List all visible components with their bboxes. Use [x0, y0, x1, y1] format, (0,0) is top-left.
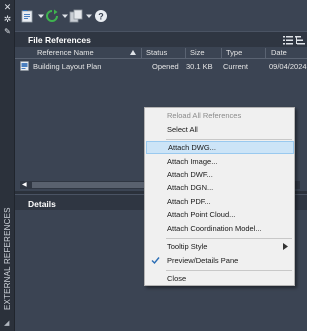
column-divider[interactable]: [221, 48, 222, 58]
dwg-file-icon: [20, 61, 29, 71]
palette-title-bar[interactable]: ✕ ✲ ✎ EXTERNAL REFERENCES ◢: [0, 0, 15, 331]
resize-grip-icon[interactable]: ◢: [4, 320, 12, 328]
refresh-icon: [46, 9, 58, 22]
menu-item-preview-details-pane[interactable]: Preview/Details Pane: [146, 254, 294, 267]
column-divider[interactable]: [141, 48, 142, 58]
column-header-type[interactable]: Type: [226, 48, 242, 57]
menu-item-attach-image[interactable]: Attach Image...: [146, 155, 294, 168]
svg-text:?: ?: [98, 12, 104, 22]
wrench-icon[interactable]: ✎: [3, 27, 12, 36]
column-divider[interactable]: [265, 48, 266, 58]
tree-view-icon[interactable]: [295, 35, 305, 45]
menu-item-reload-all-references: Reload All References: [167, 111, 242, 120]
column-header-date[interactable]: Date: [271, 48, 287, 57]
help-button[interactable]: ?: [94, 8, 108, 24]
type-cell: Current: [223, 62, 249, 71]
menu-item-label: Preview/Details Pane: [167, 256, 239, 265]
menu-item-label: Tooltip Style: [167, 242, 208, 251]
menu-separator: [166, 238, 292, 239]
close-icon[interactable]: ✕: [3, 3, 12, 12]
menu-item-attach-coordination-model[interactable]: Attach Coordination Model...: [146, 222, 294, 235]
menu-item-attach-point-cloud[interactable]: Attach Point Cloud...: [146, 208, 294, 221]
help-icon: ?: [95, 10, 107, 22]
menu-item-attach-dgn[interactable]: Attach DGN...: [146, 181, 294, 194]
file-references-title: File References: [28, 35, 91, 45]
reference-name-cell: Building Layout Plan: [33, 62, 102, 71]
date-cell: 09/04/2024: [269, 62, 307, 71]
size-cell: 30.1 KB: [186, 62, 213, 71]
details-title: Details: [28, 199, 56, 209]
sort-ascending-icon: [130, 50, 136, 55]
toolbar: ?: [15, 0, 307, 30]
table-header-row: Reference Name Status Size Type Date: [15, 47, 307, 59]
menu-separator: [166, 270, 292, 271]
attach-dwg-icon: [21, 10, 33, 23]
submenu-arrow-icon: [283, 243, 288, 250]
scrollbar-thumb[interactable]: [32, 182, 150, 188]
menu-item-select-all[interactable]: Select All: [146, 123, 294, 136]
attach-dwg-button[interactable]: [21, 8, 45, 24]
chevron-down-icon[interactable]: [37, 12, 45, 20]
scroll-left-icon[interactable]: ◀: [22, 182, 28, 188]
chevron-down-icon[interactable]: [85, 12, 93, 20]
window-edge: [307, 0, 311, 331]
menu-item-attach-dwg[interactable]: Attach DWG...: [146, 141, 294, 154]
status-cell: Opened: [152, 62, 179, 71]
gear-icon[interactable]: ✲: [3, 15, 12, 24]
table-row[interactable]: Building Layout Plan Opened 30.1 KB Curr…: [15, 60, 307, 72]
menu-item-attach-dwf[interactable]: Attach DWF...: [146, 168, 294, 181]
checkmark-icon: [151, 257, 160, 265]
column-header-reference-name[interactable]: Reference Name: [37, 48, 94, 57]
file-references-header: File References: [15, 31, 307, 47]
chevron-down-icon[interactable]: [61, 12, 69, 20]
context-menu: Reload All References Select All Attach …: [144, 107, 295, 286]
menu-item-close[interactable]: Close: [146, 272, 294, 285]
menu-separator: [166, 139, 292, 140]
column-header-size[interactable]: Size: [190, 48, 205, 57]
change-path-icon: [69, 9, 83, 23]
menu-item-tooltip-style[interactable]: Tooltip Style: [146, 240, 294, 253]
column-divider[interactable]: [185, 48, 186, 58]
list-view-icon[interactable]: [283, 35, 293, 45]
menu-item-attach-pdf[interactable]: Attach PDF...: [146, 195, 294, 208]
change-path-button[interactable]: [69, 8, 93, 24]
column-header-status[interactable]: Status: [146, 48, 167, 57]
refresh-button[interactable]: [45, 8, 69, 24]
